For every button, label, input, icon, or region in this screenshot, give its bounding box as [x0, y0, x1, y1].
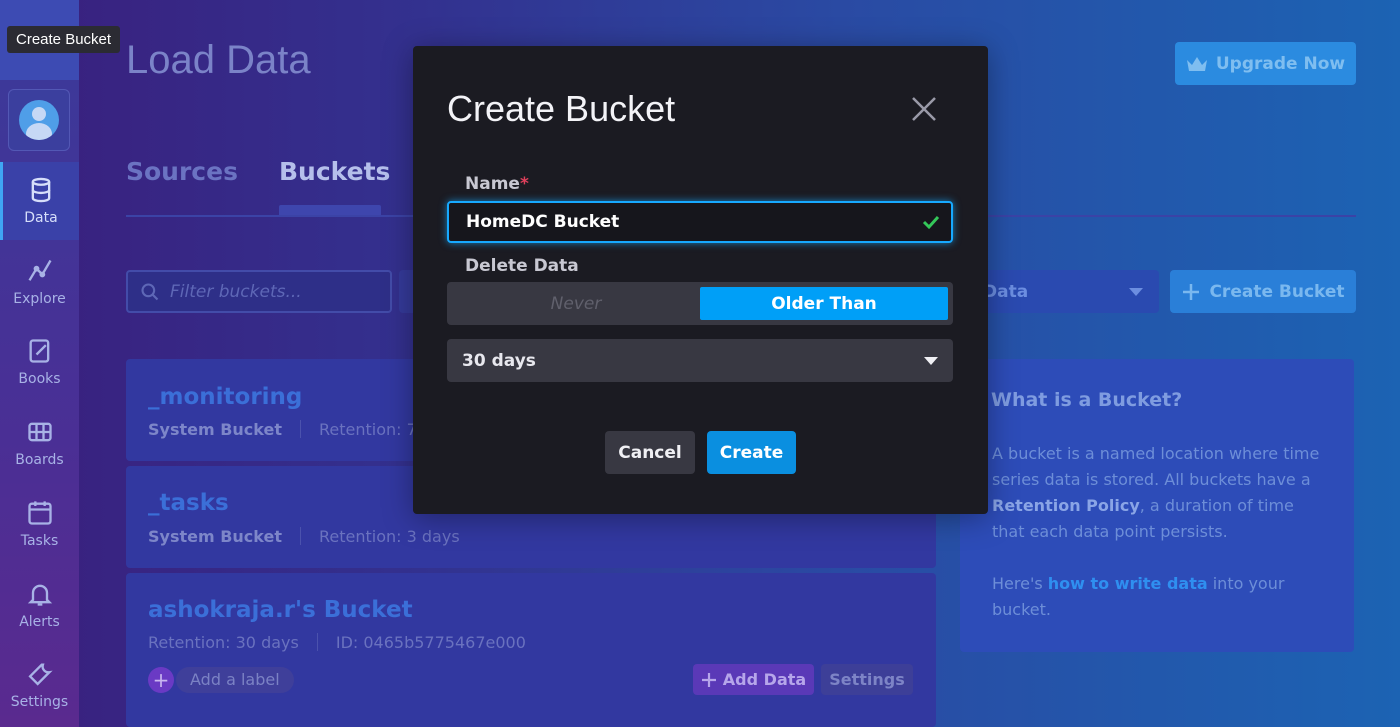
filter-placeholder: Filter buckets... — [170, 281, 302, 302]
upgrade-label: Upgrade Now — [1215, 53, 1346, 74]
calendar-icon — [27, 501, 52, 525]
create-bucket-dialog: Create Bucket Name* HomeDC Bucket Delete… — [413, 46, 988, 514]
checkmark-icon — [922, 215, 940, 230]
close-button[interactable] — [909, 94, 939, 124]
sidebar-item-books[interactable]: Books — [0, 323, 79, 401]
tab-sources[interactable]: Sources — [126, 157, 238, 186]
delete-data-label: Delete Data — [465, 256, 579, 276]
cancel-button[interactable]: Cancel — [605, 431, 695, 474]
create-bucket-label: Create Bucket — [1209, 281, 1345, 302]
page-title: Load Data — [126, 38, 311, 82]
name-label: Name* — [465, 174, 529, 194]
sidebar-item-label: Settings — [10, 694, 69, 710]
sidebar-item-label: Data — [24, 210, 58, 226]
search-icon — [141, 282, 159, 300]
create-bucket-button[interactable]: Create Bucket — [1170, 270, 1356, 313]
bucket-name-input[interactable]: HomeDC Bucket — [447, 201, 953, 243]
close-icon — [912, 97, 936, 121]
card-add-data-button[interactable]: Add Data — [693, 664, 814, 695]
sidebar-item-label: Explore — [13, 291, 66, 307]
toggle-never[interactable]: Never — [452, 287, 700, 320]
sidebar-item-label: Tasks — [20, 533, 59, 549]
tab-buckets[interactable]: Buckets — [279, 157, 390, 186]
bucket-name[interactable]: _monitoring — [148, 384, 302, 410]
sidebar-item-tasks[interactable]: Tasks — [0, 485, 79, 563]
plus-icon — [701, 672, 716, 687]
sidebar-item-settings[interactable]: Settings — [0, 646, 79, 724]
add-data-dropdown[interactable]: Data — [975, 270, 1159, 313]
toggle-older-than[interactable]: Older Than — [700, 287, 948, 320]
bucket-name[interactable]: _tasks — [148, 490, 229, 516]
bucket-name-value: HomeDC Bucket — [466, 212, 620, 232]
info-panel: What is a Bucket? A bucket is a named lo… — [960, 359, 1354, 652]
graph-icon — [27, 259, 52, 281]
plus-icon — [1183, 283, 1200, 300]
crown-icon — [1186, 56, 1207, 71]
bucket-name[interactable]: ashokraja.r's Bucket — [148, 597, 413, 623]
user-avatar-button[interactable] — [8, 89, 70, 151]
tooltip: Create Bucket — [7, 26, 121, 53]
sidebar-nav: Data Explore Books Boards Tasks Alerts S… — [0, 0, 79, 727]
add-data-label: Data — [983, 281, 1029, 302]
create-button[interactable]: Create — [707, 431, 796, 474]
notebook-icon — [29, 339, 49, 363]
avatar — [19, 100, 59, 140]
bell-icon — [27, 584, 52, 606]
sidebar-item-label: Books — [18, 371, 61, 387]
bucket-meta: System Bucket Retention: 7 — [148, 420, 417, 439]
sidebar-item-boards[interactable]: Boards — [0, 404, 79, 482]
info-title: What is a Bucket? — [991, 389, 1183, 411]
info-paragraph: A bucket is a named location where time … — [992, 444, 1320, 541]
filter-buckets-input[interactable]: Filter buckets... — [126, 270, 392, 313]
wrench-icon — [27, 663, 53, 686]
delete-data-toggle: Never Older Than — [447, 282, 953, 325]
sidebar-item-data[interactable]: Data — [0, 162, 79, 240]
upgrade-button[interactable]: Upgrade Now — [1175, 42, 1356, 85]
add-label-plus-icon[interactable]: + — [148, 667, 174, 693]
bucket-card: ashokraja.r's Bucket Retention: 30 days … — [126, 573, 936, 727]
card-settings-button[interactable]: Settings — [821, 664, 913, 695]
dashboard-icon — [27, 422, 52, 442]
sidebar-item-label: Boards — [15, 452, 64, 468]
dialog-title: Create Bucket — [447, 88, 676, 129]
retention-dropdown[interactable]: 30 days — [447, 339, 953, 382]
bucket-meta: Retention: 30 days ID: 0465b5775467e000 — [148, 633, 526, 652]
how-to-write-data-link[interactable]: how to write data — [1048, 574, 1208, 593]
database-icon — [31, 177, 51, 203]
sidebar-item-alerts[interactable]: Alerts — [0, 566, 79, 644]
chevron-down-icon — [924, 357, 938, 365]
chevron-down-icon — [1129, 288, 1143, 296]
info-paragraph: Here's how to write data into your bucke… — [992, 574, 1285, 619]
required-marker: * — [519, 174, 529, 194]
add-label-button[interactable]: Add a label — [176, 667, 294, 693]
sidebar-item-label: Alerts — [19, 614, 60, 630]
retention-value: 30 days — [462, 350, 536, 371]
bucket-meta: System Bucket Retention: 3 days — [148, 527, 460, 546]
sidebar-item-explore[interactable]: Explore — [0, 243, 79, 321]
